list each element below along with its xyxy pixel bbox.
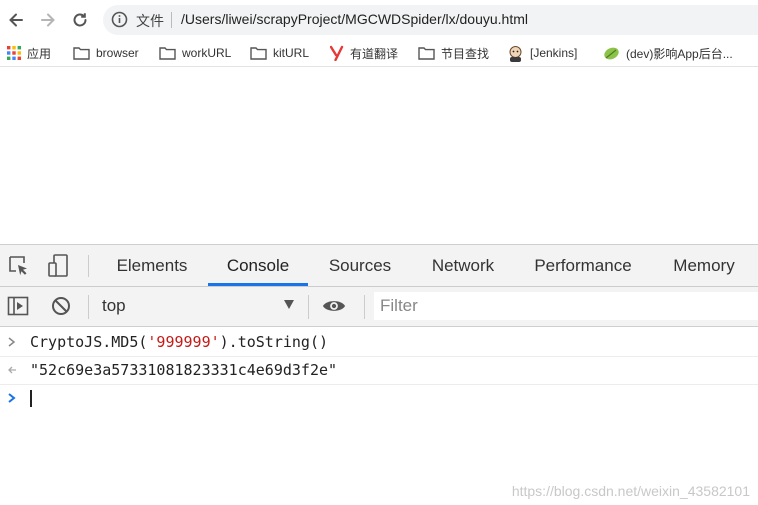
- bookmark-workurl[interactable]: workURL: [159, 44, 231, 62]
- dropdown-caret-icon: [284, 300, 294, 309]
- tab-performance[interactable]: Performance: [524, 245, 642, 286]
- bookmark-label: workURL: [182, 46, 232, 60]
- filter-input[interactable]: [374, 292, 758, 320]
- back-button[interactable]: [5, 9, 27, 31]
- scheme-label: 文件: [136, 13, 164, 29]
- apps-grid-icon: [7, 46, 21, 60]
- eye-icon: [322, 301, 346, 311]
- toolbar-divider: [88, 255, 89, 277]
- bookmark-apps[interactable]: 应用: [7, 44, 51, 62]
- console-toolbar: top: [0, 287, 758, 327]
- console-result-value[interactable]: "52c69e3a57331081823331c4e69d3f2e": [30, 361, 337, 379]
- bookmark-label: (dev)影响App后台...: [626, 46, 733, 61]
- text-caret: [30, 390, 32, 407]
- tab-elements[interactable]: Elements: [106, 245, 198, 286]
- address-bar[interactable]: 文件 /Users/liwei/scrapyProject/MGCWDSpide…: [103, 5, 758, 35]
- context-label: top: [102, 296, 126, 315]
- context-selector[interactable]: top: [96, 293, 302, 319]
- bookmark-label: 节目查找: [441, 46, 490, 61]
- tab-console[interactable]: Console: [208, 245, 308, 286]
- inspect-element-button[interactable]: [7, 254, 31, 278]
- folder-icon: [418, 47, 435, 60]
- info-icon[interactable]: [111, 11, 128, 28]
- sidebar-play-icon: [7, 296, 29, 316]
- toggle-sidebar-button[interactable]: [6, 294, 30, 318]
- active-tab-indicator: [208, 283, 308, 286]
- address-separator: [171, 12, 172, 28]
- toolbar-divider: [308, 295, 309, 319]
- bookmark-label: kitURL: [273, 46, 310, 60]
- back-arrow-icon: [9, 13, 23, 27]
- console-output[interactable]: CryptoJS.MD5('999999').toString() "52c69…: [0, 327, 758, 505]
- clear-console-button[interactable]: [49, 294, 73, 318]
- console-prompt-input[interactable]: [30, 389, 32, 407]
- inspect-cursor-icon: [9, 256, 27, 276]
- input-chevron-icon: [8, 337, 16, 347]
- bookmark-browser[interactable]: browser: [73, 44, 139, 62]
- console-input-line: CryptoJS.MD5('999999').toString(): [0, 329, 758, 357]
- bookmark-label: 有道翻译: [350, 46, 399, 61]
- live-expression-button[interactable]: [322, 294, 346, 318]
- bookmark-jenkins[interactable]: [Jenkins]: [507, 44, 577, 62]
- devtools-tabbar: Elements Console Sources Network Perform…: [0, 245, 758, 287]
- watermark: https://blog.csdn.net/weixin_43582101: [511, 483, 750, 499]
- device-toolbar-button[interactable]: [46, 254, 70, 278]
- bookmark-label: 应用: [27, 46, 52, 61]
- tab-sources[interactable]: Sources: [318, 245, 402, 286]
- leaf-icon: [604, 47, 619, 59]
- forward-arrow-icon: [41, 13, 55, 27]
- tab-memory[interactable]: Memory: [662, 245, 746, 286]
- tab-network[interactable]: Network: [417, 245, 509, 286]
- jenkins-icon: [509, 45, 522, 62]
- browser-toolbar: 文件 /Users/liwei/scrapyProject/MGCWDSpide…: [0, 0, 758, 40]
- toolbar-divider: [364, 295, 365, 319]
- bookmark-youdao[interactable]: 有道翻译: [330, 44, 398, 62]
- clear-console-icon: [52, 297, 70, 315]
- result-arrow-icon: [8, 366, 16, 374]
- bookmark-label: [Jenkins]: [530, 46, 578, 60]
- url-text[interactable]: /Users/liwei/scrapyProject/MGCWDSpider/l…: [181, 11, 528, 27]
- device-mode-icon: [48, 254, 68, 277]
- bookmark-kiturl[interactable]: kitURL: [250, 44, 309, 62]
- bookmark-label: browser: [96, 46, 139, 60]
- reload-button[interactable]: [69, 9, 91, 31]
- folder-icon: [250, 47, 267, 60]
- prompt-chevron-icon: [8, 393, 16, 403]
- folder-icon: [73, 47, 90, 60]
- bookmark-dev-app[interactable]: (dev)影响App后台...: [603, 44, 733, 62]
- console-result-line: "52c69e3a57331081823331c4e69d3f2e": [0, 357, 758, 385]
- bookmark-program-search[interactable]: 节目查找: [418, 44, 489, 62]
- youdao-icon: [330, 45, 344, 61]
- bookmarks-bar: 应用 browser workURL kitURL 有道翻译 节目查找 [Jen…: [0, 40, 758, 67]
- console-command: CryptoJS.MD5('999999').toString(): [30, 333, 329, 351]
- forward-button[interactable]: [37, 9, 59, 31]
- toolbar-divider: [88, 295, 89, 319]
- folder-icon: [159, 47, 176, 60]
- page-content: [0, 67, 758, 244]
- devtools-panel: Elements Console Sources Network Perform…: [0, 244, 758, 505]
- reload-icon: [73, 13, 87, 27]
- console-prompt-line[interactable]: [0, 385, 758, 412]
